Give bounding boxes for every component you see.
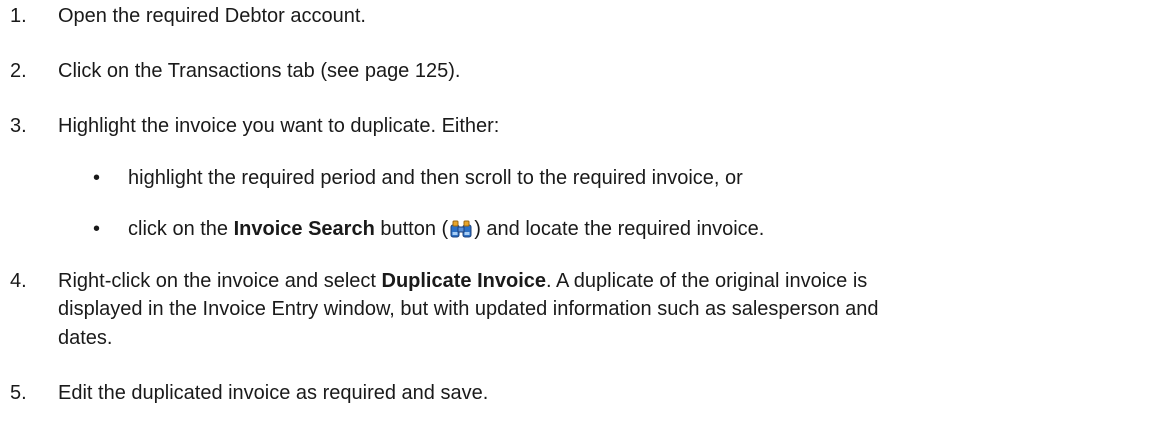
invoice-search-label: Invoice Search — [233, 218, 375, 240]
step-number: 3. — [10, 115, 27, 137]
bullet-dot: • — [93, 167, 101, 189]
step-text: Edit the duplicated invoice as required … — [58, 382, 489, 404]
step-text: dates. — [58, 327, 113, 349]
step-number: 1. — [10, 5, 27, 27]
step-number: 2. — [10, 60, 27, 82]
bullet-text-part: button ( — [374, 218, 449, 240]
bullet-text: click on the Invoice Search button ( ) a… — [128, 214, 764, 244]
step-number: 5. — [10, 382, 27, 404]
step-text: Click on the Transactions tab (see page … — [58, 60, 461, 82]
step-text: Right-click on the invoice and select Du… — [58, 266, 1168, 296]
bullet-text: highlight the required period and then s… — [128, 167, 743, 189]
instruction-list: 1. Open the required Debtor account. 2. … — [0, 0, 1173, 421]
step-text-part: . A duplicate of the original invoice is — [546, 270, 868, 292]
bullet-text-part: click on the — [128, 218, 234, 240]
step-text-part: Right-click on the invoice and select — [58, 270, 382, 292]
duplicate-invoice-label: Duplicate Invoice — [381, 270, 547, 292]
step-text: Open the required Debtor account. — [58, 5, 366, 27]
step-text: Highlight the invoice you want to duplic… — [58, 115, 500, 137]
step-number: 4. — [10, 270, 27, 292]
step-text: displayed in the Invoice Entry window, b… — [58, 298, 879, 320]
bullet-text-part: ) and locate the required invoice. — [474, 218, 765, 240]
binoculars-icon — [450, 217, 472, 238]
bullet-dot: • — [93, 218, 101, 240]
